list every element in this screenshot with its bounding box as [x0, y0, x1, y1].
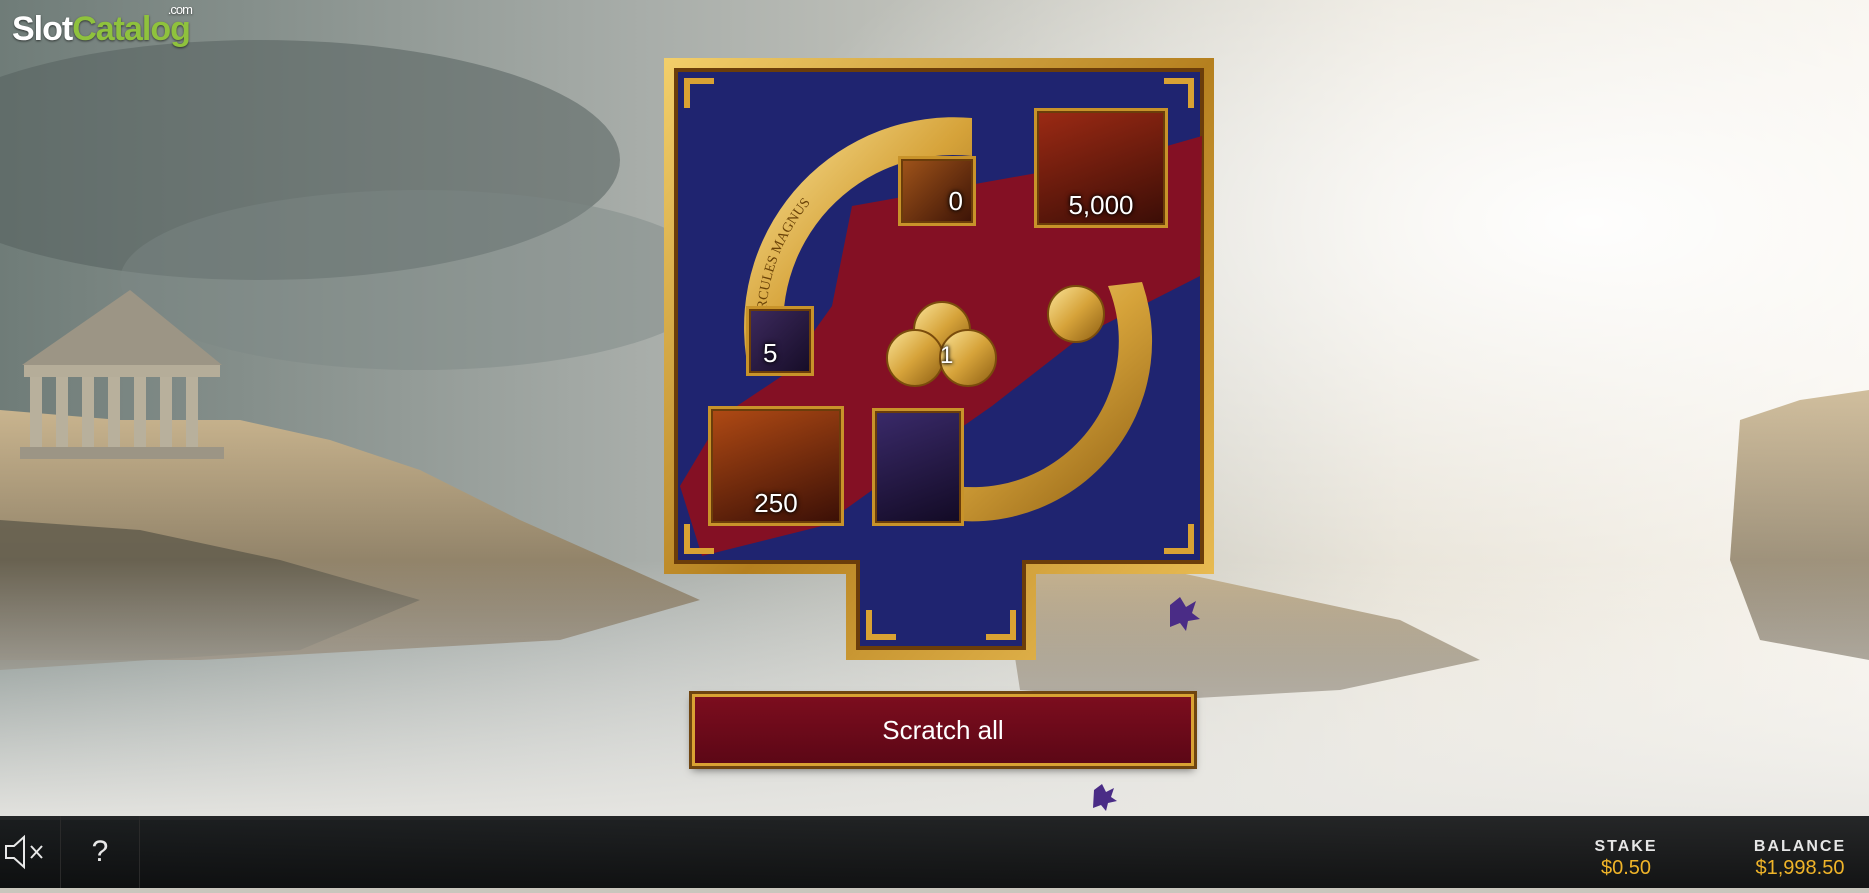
prize-tile-top-right[interactable]: 5,000	[1034, 108, 1168, 228]
scratch-all-button[interactable]: Scratch all	[692, 694, 1194, 766]
prize-value: 5,000	[1068, 190, 1134, 220]
slotcatalog-logo: SlotCatalog .com	[12, 2, 193, 49]
game-scene: SlotCatalog .com RCULES MAGNUS 0 5,000 5…	[0, 0, 1869, 888]
coin-prize-value: 1	[940, 342, 954, 369]
prize-tile-top-middle[interactable]: 0	[898, 156, 976, 226]
logo-suffix: .com	[167, 2, 193, 17]
scratch-all-label: Scratch all	[882, 714, 1004, 745]
prize-tile-middle-left[interactable]: 5	[746, 306, 814, 376]
logo-text-slot: Slot	[12, 10, 73, 48]
prize-tile-bottom-middle[interactable]	[872, 408, 964, 526]
sound-toggle-button[interactable]	[0, 816, 61, 888]
prize-tile-bottom-left[interactable]: 250	[708, 406, 844, 526]
prize-value: 5	[763, 338, 778, 368]
balance-display: BALANCE $1,998.50	[1740, 838, 1860, 880]
stake-label: STAKE	[1594, 838, 1658, 855]
prize-value: 0	[948, 186, 963, 216]
stake-display: STAKE $0.50	[1580, 838, 1672, 880]
balance-value: $1,998.50	[1755, 857, 1845, 879]
question-mark-icon: ?	[91, 835, 109, 868]
prize-value: 250	[754, 488, 798, 518]
scratch-card[interactable]: HERCULES MAGNUS 0 5,000 5 1 250	[662, 56, 1222, 666]
bottom-bar: ? STAKE $0.50 BALANCE $1,998.50	[0, 816, 1869, 888]
stake-value: $0.50	[1600, 857, 1652, 879]
speaker-muted-icon	[5, 834, 43, 870]
balance-label: BALANCE	[1753, 838, 1847, 855]
help-button[interactable]: ?	[61, 816, 140, 888]
